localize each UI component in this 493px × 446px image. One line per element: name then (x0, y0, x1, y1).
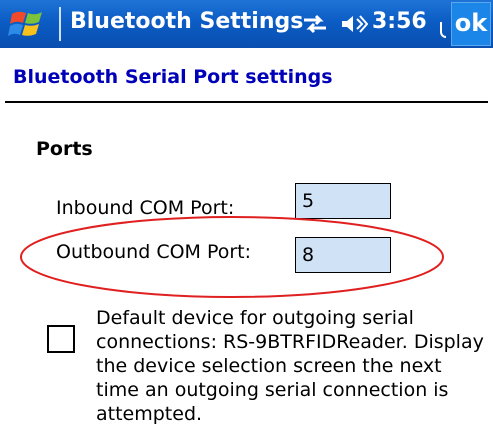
ok-button[interactable]: ok (451, 2, 491, 46)
title-divider-mark (440, 22, 446, 38)
window-title: Bluetooth Settings (70, 9, 304, 34)
speaker-icon[interactable] (340, 12, 368, 36)
page-title: Bluetooth Serial Port settings (13, 66, 333, 88)
annotation-ellipse (20, 216, 444, 298)
connectivity-icon[interactable] (300, 12, 330, 36)
title-bar: Bluetooth Settings 3:56 ok (0, 0, 493, 48)
clock[interactable]: 3:56 (372, 9, 427, 34)
windows-flag-icon[interactable] (8, 6, 48, 42)
header-divider (5, 101, 488, 103)
default-device-checkbox[interactable] (47, 325, 75, 353)
default-device-description: Default device for outgoing serial conne… (96, 307, 484, 425)
title-separator (59, 7, 61, 41)
ports-section-title: Ports (36, 138, 93, 160)
